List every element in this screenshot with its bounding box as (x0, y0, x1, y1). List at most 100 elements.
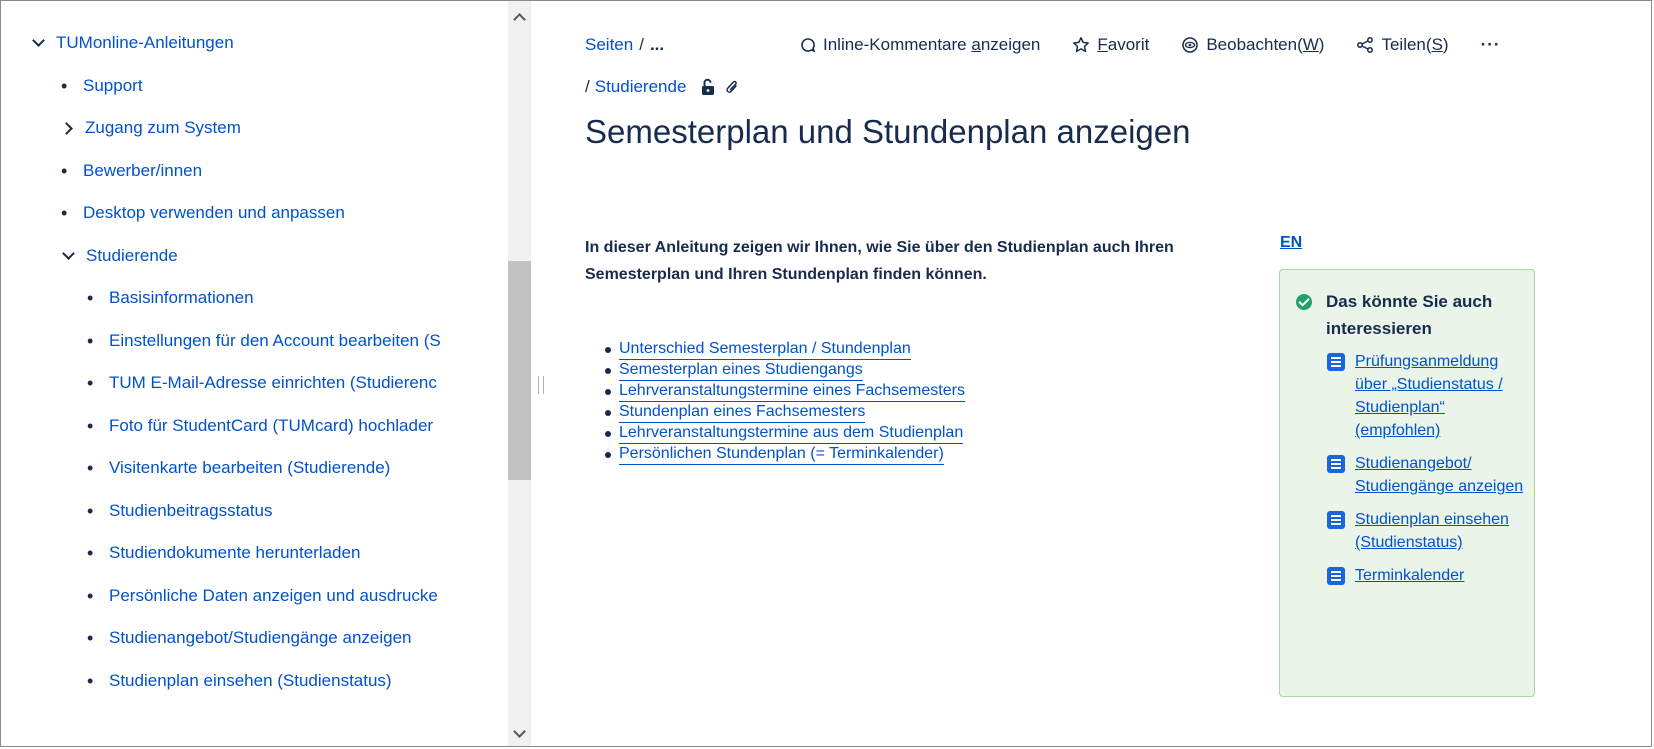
bullet-icon (605, 409, 611, 416)
toc-link[interactable]: Persönlichen Stundenplan (= Terminkalend… (619, 444, 944, 465)
breadcrumb-parent-link[interactable]: Studierende (595, 77, 687, 97)
bullet-icon (605, 367, 611, 374)
toc-item: Unterschied Semesterplan / Stundenplan (605, 339, 965, 360)
breadcrumb: Seiten /... (585, 35, 664, 55)
sidebar-item-label: Studienbeitragsstatus (109, 501, 273, 520)
sidebar-page-tree: TUMonline-Anleitungen • Support Zugang zum … (1, 1, 508, 746)
chevron-down-icon[interactable] (32, 33, 45, 47)
sidebar-item[interactable]: Studierende (61, 244, 178, 268)
breadcrumb-separator: / (585, 77, 590, 96)
sidebar-item[interactable]: TUMonline-Anleitungen (31, 31, 234, 55)
related-pages-panel: Das könnte Sie auch interessieren Prüfun… (1279, 269, 1535, 697)
toc-item: Semesterplan eines Studiengangs (605, 360, 965, 381)
inline-comments-button[interactable]: Inline-Kommentare anzeigen (800, 35, 1040, 55)
toc-item: Stundenplan eines Fachsemesters (605, 402, 965, 423)
sidebar-item[interactable]: • Desktop verwenden und anpassen (61, 201, 345, 225)
related-pages-heading: Das könnte Sie auch interessieren (1296, 288, 1526, 342)
favorite-button[interactable]: Favorit (1072, 35, 1149, 55)
unlock-icon[interactable] (700, 78, 716, 96)
breadcrumb-separator: / (639, 35, 644, 54)
watch-label: Beobachten(W) (1206, 35, 1325, 54)
chevron-down-icon[interactable] (62, 246, 75, 260)
toc-link[interactable]: Lehrveranstaltungstermine aus dem Studie… (619, 423, 964, 444)
sidebar-item[interactable]: Zugang zum System (61, 116, 241, 140)
bullet-icon: • (87, 671, 94, 691)
table-of-contents: Unterschied Semesterplan / Stundenplan Se… (605, 339, 965, 465)
sidebar-item-label: Zugang zum System (85, 118, 241, 137)
toc-link[interactable]: Unterschied Semesterplan / Stundenplan (619, 339, 911, 360)
sidebar-item[interactable]: • Persönliche Daten anzeigen und ausdruck… (87, 584, 438, 608)
bullet-icon: • (61, 161, 68, 181)
sidebar-item-label: Studienplan einsehen (Studienstatus) (109, 671, 392, 690)
sidebar-item-label: Studiendokumente herunterladen (109, 543, 361, 562)
scroll-up-icon[interactable] (513, 13, 526, 26)
toc-item: Persönlichen Stundenplan (= Terminkalend… (605, 444, 965, 465)
toc-item: Lehrveranstaltungstermine aus dem Studie… (605, 423, 965, 444)
related-page-link[interactable]: Studienangebot/ Studiengänge anzeigen (1355, 452, 1532, 498)
toc-link[interactable]: Stundenplan eines Fachsemesters (619, 402, 866, 423)
sidebar-item-label: Support (83, 76, 143, 95)
page-icon (1327, 567, 1345, 585)
sidebar-item[interactable]: • Studienplan einsehen (Studienstatus) (87, 669, 392, 693)
sidebar-item-label: Desktop verwenden und anpassen (83, 203, 345, 222)
attachment-icon[interactable] (724, 78, 740, 96)
sidebar-item[interactable]: • TUM E-Mail-Adresse einrichten (Studiere… (87, 371, 437, 395)
page-toolbar: Inline-Kommentare anzeigen Favorit Beoba… (800, 35, 1501, 55)
sidebar-item-label: Studierende (86, 246, 178, 265)
eye-icon (1182, 37, 1199, 53)
related-page-item: Studienangebot/ Studiengänge anzeigen (1327, 452, 1532, 498)
sidebar-item[interactable]: • Support (61, 74, 143, 98)
comment-icon (801, 38, 816, 53)
bullet-icon (605, 451, 611, 458)
related-heading-text: Das könnte Sie auch interessieren (1326, 292, 1493, 338)
sidebar-item[interactable]: • Einstellungen für den Account bearbeite… (87, 329, 441, 353)
related-page-link[interactable]: Studienplan einsehen (Studienstatus) (1355, 508, 1532, 554)
toc-link[interactable]: Lehrveranstaltungstermine eines Fachseme… (619, 381, 965, 402)
more-actions-button[interactable]: ··· (1481, 35, 1501, 55)
scroll-down-icon[interactable] (513, 725, 526, 738)
bullet-icon: • (61, 203, 68, 223)
sidebar-item-label: Studienangebot/Studiengänge anzeigen (109, 628, 412, 647)
sidebar-item-label: Foto für StudentCard (TUMcard) hochlader (109, 416, 434, 435)
sidebar-item-label: Persönliche Daten anzeigen und ausdrucke (109, 586, 438, 605)
share-button[interactable]: Teilen(S) (1356, 35, 1449, 55)
scroll-thumb[interactable] (508, 261, 531, 480)
related-page-link[interactable]: Prüfungsanmeldung über „Studienstatus / … (1355, 350, 1532, 442)
bullet-icon (605, 388, 611, 395)
favorite-label: Favorit (1097, 35, 1150, 54)
intro-text: In dieser Anleitung zeigen wir Ihnen, wi… (585, 239, 1174, 283)
main-content: Seiten /... Inline-Kommentare anzeigen Fa… (585, 1, 1651, 746)
sidebar-item[interactable]: • Studienbeitragsstatus (87, 499, 273, 523)
share-icon (1357, 37, 1374, 53)
sidebar-item[interactable]: • Studiendokumente herunterladen (87, 541, 360, 565)
related-page-item: Studienplan einsehen (Studienstatus) (1327, 508, 1532, 554)
bullet-icon: • (87, 501, 94, 521)
related-page-link[interactable]: Terminkalender (1355, 564, 1464, 587)
check-circle-icon (1296, 294, 1312, 310)
sidebar-scrollbar[interactable] (508, 1, 531, 746)
sidebar-item-label: TUM E-Mail-Adresse einrichten (Studieren… (109, 373, 437, 392)
sidebar-item[interactable]: • Visitenkarte bearbeiten (Studierende) (87, 456, 390, 480)
bullet-icon: • (87, 543, 94, 563)
english-version-link[interactable]: EN (1280, 234, 1302, 252)
sidebar-resize-handle[interactable] (538, 376, 544, 394)
sidebar-item[interactable]: • Bewerber/innen (61, 159, 202, 183)
sidebar-item[interactable]: • Studienangebot/Studiengänge anzeigen (87, 626, 412, 650)
page-title: Semesterplan und Stundenplan anzeigen (585, 113, 1191, 150)
bullet-icon: • (87, 288, 94, 308)
breadcrumb-ellipsis[interactable]: ... (650, 35, 664, 54)
sidebar-item[interactable]: • Foto für StudentCard (TUMcard) hochlade… (87, 414, 433, 438)
related-page-item: Prüfungsanmeldung über „Studienstatus / … (1327, 350, 1532, 442)
bullet-icon: • (87, 458, 94, 478)
sidebar-item-label: TUMonline-Anleitungen (56, 33, 234, 52)
breadcrumb-pages-link[interactable]: Seiten (585, 35, 633, 54)
toc-link[interactable]: Semesterplan eines Studiengangs (619, 360, 863, 381)
related-page-item: Terminkalender (1327, 564, 1532, 587)
share-label: Teilen(S) (1381, 35, 1449, 54)
watch-button[interactable]: Beobachten(W) (1181, 35, 1324, 55)
sidebar-item[interactable]: • Basisinformationen (87, 286, 254, 310)
chevron-right-icon[interactable] (61, 121, 73, 135)
bullet-icon (605, 346, 611, 353)
star-icon (1073, 37, 1090, 53)
bullet-icon (605, 430, 611, 437)
